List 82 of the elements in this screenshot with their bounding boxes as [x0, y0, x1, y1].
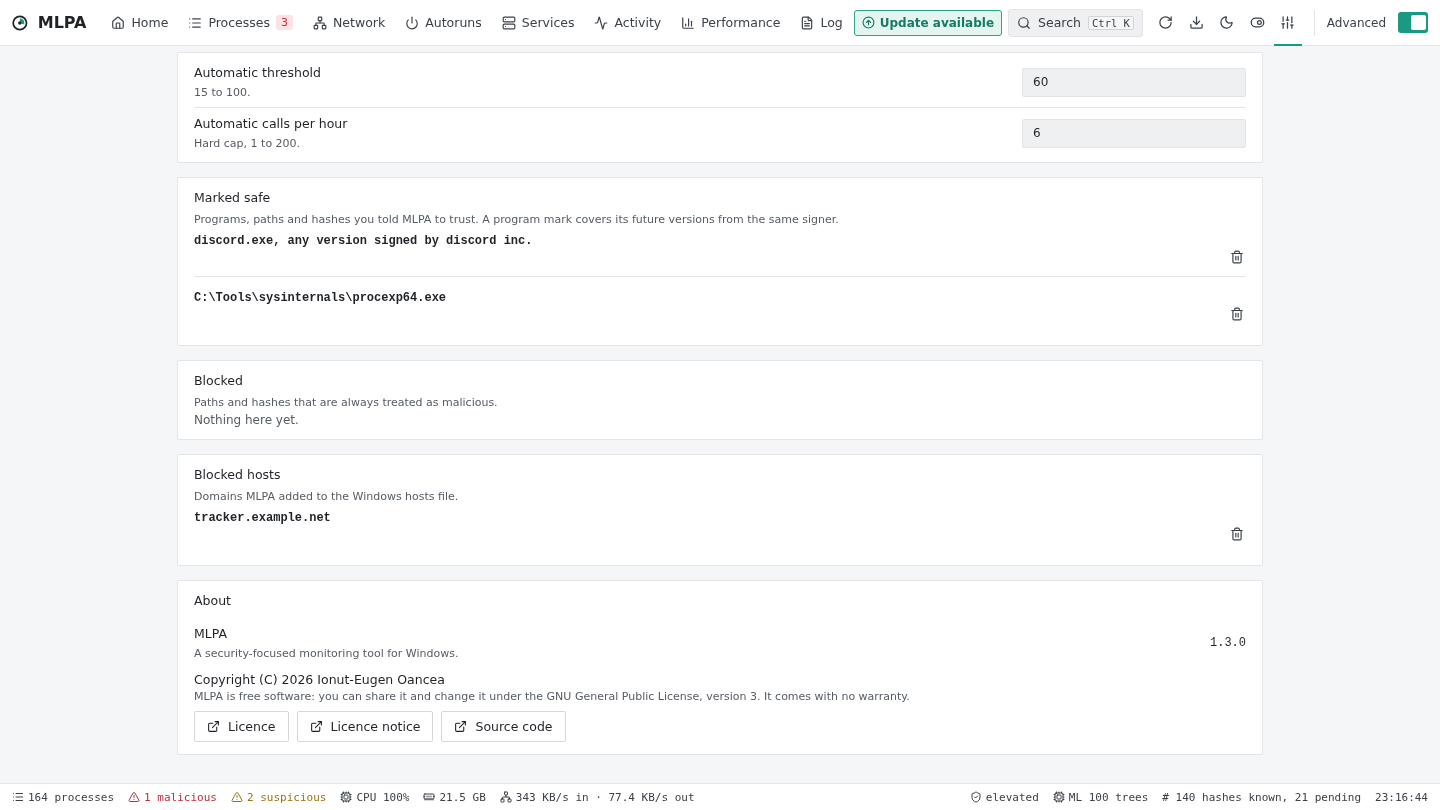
status-item: 1 malicious [128, 790, 217, 804]
house-icon [111, 15, 126, 30]
delete-button[interactable] [1228, 525, 1246, 543]
trash-icon [1230, 307, 1244, 321]
external-link-icon [454, 720, 468, 733]
link-button[interactable]: Source code [441, 711, 566, 742]
network-icon [499, 791, 512, 803]
bar-chart-icon [681, 15, 696, 30]
delete-button[interactable] [1228, 305, 1246, 323]
advanced-label: Advanced [1326, 15, 1387, 30]
chip-icon [1052, 791, 1065, 803]
refresh-icon [1158, 14, 1174, 30]
section-description: Paths and hashes that are always treated as malicious. [194, 396, 499, 409]
section-title: Marked safe [194, 190, 272, 205]
nav-tab[interactable]: Performance [672, 0, 790, 45]
version-text: 1.3.0 [1210, 636, 1246, 650]
status-item: 21.5 GB [423, 790, 486, 804]
status-item: # 140 hashes known, 21 pending [1162, 790, 1361, 804]
shield-icon [969, 791, 982, 803]
sliders-icon [1280, 14, 1296, 30]
search-icon [1017, 15, 1032, 30]
trash-icon [1230, 527, 1244, 541]
app-name: MLPA [194, 626, 229, 641]
section-title: Blocked [194, 373, 244, 388]
network-icon [313, 15, 327, 30]
search-button[interactable]: Search Ctrl K [1008, 8, 1143, 37]
list-icon [12, 791, 24, 803]
nav-tab[interactable]: Autoruns [396, 0, 491, 45]
entry-text: C:\Tools\sysinternals\procexp64.exe [194, 291, 447, 305]
entry-text: discord.exe, any version signed by discord inc. [194, 234, 533, 248]
status-item: 23:16:44 [1375, 790, 1428, 804]
nav-tab[interactable]: Log [791, 0, 852, 45]
pulse-icon [594, 15, 609, 30]
count-badge: 3 [276, 15, 293, 30]
setting-hint: 15 to 100. [194, 86, 252, 99]
power-icon [405, 15, 420, 30]
app-title: MLPA [37, 13, 87, 32]
link-button[interactable]: Licence [194, 711, 289, 742]
setting-label: Automatic calls per hour [194, 116, 348, 131]
status-item: 164 processes [12, 790, 115, 804]
warning-icon [230, 791, 243, 803]
link-button[interactable]: Licence notice [296, 711, 434, 742]
external-link-icon [309, 720, 323, 733]
section-description: Programs, paths and hashes you told MLPA to trust. A program mark covers its future versions from the same signer. [194, 213, 840, 226]
status-item: ML 100 trees [1052, 790, 1149, 804]
number-field[interactable]: 60 [1022, 67, 1246, 97]
nav-tab[interactable]: Network [304, 0, 395, 45]
list-icon [188, 15, 203, 30]
toggle-icon [1249, 14, 1265, 30]
licence-text: MLPA is free software: you can share it and change it under the GNU General Public License, version 3. It comes with no warranty. [194, 690, 911, 703]
nav-tab[interactable]: Processes 3 [179, 0, 302, 45]
advanced-switch[interactable] [1398, 12, 1428, 33]
moon-icon [1219, 14, 1235, 30]
trash-icon [1230, 250, 1244, 264]
entry-text: tracker.example.net [194, 511, 331, 525]
arrow-up-icon [861, 16, 875, 29]
update-button[interactable]: Update available [853, 9, 1003, 36]
nav-tab[interactable]: Activity [585, 0, 671, 45]
copyright-text: Copyright (C) 2026 Ionut-Eugen Oancea [194, 672, 446, 687]
external-link-icon [207, 720, 220, 733]
memory-icon [423, 791, 436, 803]
status-item: elevated [969, 790, 1039, 804]
setting-label: Automatic threshold [194, 65, 321, 80]
status-item: 2 suspicious [230, 790, 327, 804]
status-item: CPU 100% [340, 790, 410, 804]
section-title: Blocked hosts [194, 467, 282, 482]
section-description: Domains MLPA added to the Windows hosts file. [194, 490, 460, 503]
delete-button[interactable] [1228, 248, 1246, 266]
section-title: About [194, 593, 232, 608]
empty-message: Nothing here yet. [194, 413, 300, 427]
nav-tab[interactable]: Home [102, 0, 178, 45]
setting-hint: Hard cap, 1 to 200. [194, 137, 302, 150]
document-icon [800, 15, 815, 30]
app-tagline: A security-focused monitoring tool for Windows. [194, 647, 459, 660]
download-icon [1188, 14, 1204, 30]
number-field[interactable]: 6 [1022, 118, 1246, 148]
warning-icon [128, 791, 141, 803]
server-icon [501, 15, 516, 30]
chip-icon [340, 791, 353, 803]
shortcut-key: Ctrl K [1088, 15, 1134, 30]
nav-tab[interactable]: Services [492, 0, 584, 45]
status-item: 343 KB/s in · 77.4 KB/s out [499, 790, 695, 804]
